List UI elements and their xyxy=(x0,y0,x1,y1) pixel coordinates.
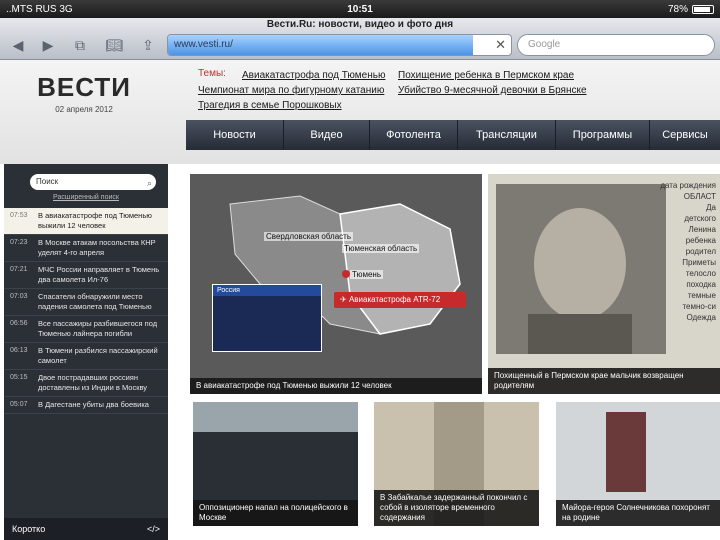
story-tile-crash[interactable]: Свердловская область Тюменская область Т… xyxy=(190,174,482,394)
nav-item-live[interactable]: Трансляции xyxy=(458,120,556,150)
nav-item-photo[interactable]: Фотолента xyxy=(370,120,458,150)
embed-code-icon[interactable]: </> xyxy=(147,518,160,540)
carrier-label: ..MTS RUS 3G xyxy=(6,3,73,15)
list-item[interactable]: 07:53 В авиакатастрофе под Тюменью выжил… xyxy=(4,208,168,235)
back-icon[interactable]: ◀ xyxy=(8,36,28,54)
tile-caption: Майора-героя Солнечникова похоронят на р… xyxy=(556,500,720,526)
sidebar-footer: Коротко </> xyxy=(4,518,168,540)
news-time: 07:03 xyxy=(10,293,28,300)
topic-link[interactable]: Трагедия в семье Порошковых xyxy=(198,98,342,113)
topics-bar: Темы: Авиакатастрофа под Тюменью Похищен… xyxy=(198,68,618,111)
clear-icon[interactable]: ✕ xyxy=(495,37,506,53)
news-text: В Москве атакам посольства КНР уделят 4-… xyxy=(38,238,156,257)
map-label-tyumen-region: Тюменская область xyxy=(342,244,420,253)
tile-caption: Похищенный в Пермском крае мальчик возвр… xyxy=(488,368,720,394)
news-time: 06:56 xyxy=(10,320,28,327)
address-bar[interactable]: www.vesti.ru/ ✕ xyxy=(167,34,512,56)
list-item[interactable]: 06:13 В Тюмени разбился пассажирский сам… xyxy=(4,343,168,370)
news-text: В Тюмени разбился пассажирский самолет xyxy=(38,346,158,365)
story-tile-funeral[interactable]: Майора-героя Солнечникова похоронят на р… xyxy=(556,402,720,526)
topic-link[interactable]: Авиакатастрофа под Тюменью xyxy=(242,68,385,83)
news-list: 07:53 В авиакатастрофе под Тюменью выжил… xyxy=(4,208,168,414)
tabs-icon[interactable]: ⧉ xyxy=(70,36,90,54)
plane-icon: ✈ xyxy=(340,295,349,304)
tile-caption: Оппозиционер напал на полицейского в Мос… xyxy=(193,500,358,526)
russia-inset-map: Россия xyxy=(212,284,322,352)
sidebar-search-placeholder: Поиск xyxy=(36,177,59,186)
crash-tag-text: Авиакатастрофа ATR-72 xyxy=(348,295,441,304)
advanced-search-link[interactable]: Расширенный поиск xyxy=(4,194,168,201)
tile-caption: В Забайкалье задержанный покончил с собо… xyxy=(374,490,539,526)
news-sidebar: Поиск ⌕ Расширенный поиск 07:53 В авиака… xyxy=(4,164,168,540)
search-input[interactable]: Google xyxy=(517,34,715,56)
news-text: Спасатели обнаружили место падения самол… xyxy=(38,292,152,311)
story-tile-police[interactable]: Оппозиционер напал на полицейского в Мос… xyxy=(193,402,358,526)
inset-title: Россия xyxy=(213,285,321,296)
ipad-screen: ..MTS RUS 3G 10:51 78% Вести.Ru: новости… xyxy=(0,0,720,540)
news-time: 06:13 xyxy=(10,347,28,354)
news-text: Все пассажиры разбившегося под Тюменью л… xyxy=(38,319,158,338)
logo-text: ВЕСТИ xyxy=(37,72,131,102)
clock: 10:51 xyxy=(347,3,373,15)
map-label-sverdlovsk: Свердловская область xyxy=(264,232,353,241)
bookmarks-icon[interactable]: 📖︎ xyxy=(104,36,124,54)
battery-indicator: 78% xyxy=(594,4,714,15)
nav-item-programs[interactable]: Программы xyxy=(556,120,650,150)
list-item[interactable]: 05:15 Двое пострадавших россиян доставле… xyxy=(4,370,168,397)
news-time: 07:23 xyxy=(10,239,28,246)
story-tile-detention[interactable]: В Забайкалье задержанный покончил с собо… xyxy=(374,402,539,526)
list-item[interactable]: 07:23 В Москве атакам посольства КНР уде… xyxy=(4,235,168,262)
site-logo[interactable]: ВЕСТИ 02 апреля 2012 xyxy=(24,66,144,128)
news-time: 07:53 xyxy=(10,212,28,219)
news-text: Двое пострадавших россиян доставлены из … xyxy=(38,373,148,392)
status-bar: ..MTS RUS 3G 10:51 78% xyxy=(0,0,720,18)
url-text: www.vesti.ru/ xyxy=(174,39,233,50)
nav-item-services[interactable]: Сервисы xyxy=(650,120,720,150)
page-title: Вести.Ru: новости, видео и фото дня xyxy=(266,19,454,30)
topic-link[interactable]: Чемпионат мира по фигурному катанию xyxy=(198,83,384,98)
battery-icon xyxy=(692,4,714,14)
tile-caption: В авиакатастрофе под Тюменью выжили 12 ч… xyxy=(190,378,482,394)
news-time: 05:07 xyxy=(10,401,28,408)
forward-icon[interactable]: ▶ xyxy=(38,36,58,54)
poster-text: дата рождения ОБЛАСТ Да детского Ленина … xyxy=(660,181,716,322)
nav-item-news[interactable]: Новости xyxy=(186,120,284,150)
search-icon[interactable]: ⌕ xyxy=(147,175,152,191)
list-item[interactable]: 05:07 В Дагестане убиты два боевика xyxy=(4,397,168,414)
topic-link[interactable]: Похищение ребенка в Пермском крае xyxy=(398,68,574,83)
nav-item-video[interactable]: Видео xyxy=(284,120,370,150)
browser-toolbar: Вести.Ru: новости, видео и фото дня ◀ ▶ … xyxy=(0,18,720,60)
logo-date: 02 апреля 2012 xyxy=(55,105,113,114)
news-time: 05:15 xyxy=(10,374,28,381)
topic-link[interactable]: Убийство 9-месячной девочки в Брянске xyxy=(398,83,587,98)
main-nav: Новости Видео Фотолента Трансляции Прогр… xyxy=(186,120,720,150)
news-text: МЧС России направляет в Тюмень два самол… xyxy=(38,265,160,284)
map-label-tyumen: Тюмень xyxy=(350,270,383,279)
list-item[interactable]: 07:03 Спасатели обнаружили место падения… xyxy=(4,289,168,316)
sidebar-search-input[interactable]: Поиск ⌕ xyxy=(30,174,156,190)
news-time: 07:21 xyxy=(10,266,28,273)
story-tile-kidnapping[interactable]: дата рождения ОБЛАСТ Да детского Ленина … xyxy=(488,174,720,394)
list-item[interactable]: 06:56 Все пассажиры разбившегося под Тюм… xyxy=(4,316,168,343)
crash-tag: ✈ Авиакатастрофа ATR-72 xyxy=(334,292,466,308)
short-news-tab[interactable]: Коротко xyxy=(12,518,45,540)
battery-percent: 78% xyxy=(667,3,688,15)
list-item[interactable]: 07:21 МЧС России направляет в Тюмень два… xyxy=(4,262,168,289)
topics-label: Темы: xyxy=(198,68,226,79)
news-text: В Дагестане убиты два боевика xyxy=(38,400,149,409)
news-text: В авиакатастрофе под Тюменью выжили 12 ч… xyxy=(38,211,152,230)
share-icon[interactable]: ⇪ xyxy=(138,36,158,54)
